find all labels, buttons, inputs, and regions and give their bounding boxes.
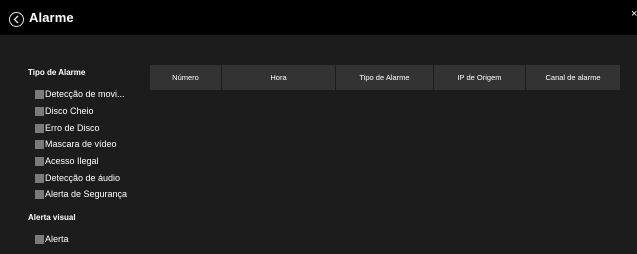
alarm-type-title: Tipo de Alarme bbox=[28, 68, 86, 77]
checkbox[interactable] bbox=[35, 234, 44, 244]
column-header-alarm-type[interactable]: Tipo de Alarme bbox=[336, 65, 434, 90]
filter-security-alert[interactable]: Alerta de Segurança bbox=[35, 188, 127, 200]
filter-disk-error[interactable]: Erro de Disco bbox=[35, 122, 100, 134]
column-header-alarm-channel[interactable]: Canal de alarme bbox=[526, 65, 620, 90]
filter-label: Alerta de Segurança bbox=[45, 189, 128, 199]
column-header-time[interactable]: Hora bbox=[222, 65, 336, 90]
close-button[interactable]: × bbox=[631, 9, 637, 20]
filter-video-mask[interactable]: Mascara de vídeo bbox=[35, 138, 117, 150]
column-header-source-ip[interactable]: IP de Origem bbox=[434, 65, 526, 90]
filter-illegal-access[interactable]: Acesso Ilegal bbox=[35, 155, 99, 167]
chevron-left-icon bbox=[13, 15, 19, 24]
filter-label: Mascara de vídeo bbox=[45, 139, 117, 149]
filter-audio-detection[interactable]: Detecção de áudio bbox=[35, 172, 120, 184]
page-title: Alarme bbox=[29, 10, 74, 25]
back-button[interactable] bbox=[9, 12, 24, 27]
filter-visual-alert[interactable]: Alerta bbox=[35, 233, 69, 245]
checkbox[interactable] bbox=[35, 173, 44, 183]
filter-label: Detecção de áudio bbox=[45, 173, 121, 183]
checkbox[interactable] bbox=[35, 123, 44, 133]
top-bar: Alarme × bbox=[0, 0, 637, 34]
checkbox[interactable] bbox=[35, 106, 44, 116]
filter-label: Detecção de movi... bbox=[45, 89, 125, 99]
filter-label: Acesso Ilegal bbox=[45, 156, 99, 166]
checkbox[interactable] bbox=[35, 139, 44, 149]
checkbox[interactable] bbox=[35, 89, 44, 99]
filter-label: Alerta bbox=[45, 234, 69, 244]
filter-label: Erro de Disco bbox=[45, 123, 100, 133]
filter-label: Disco Cheio bbox=[45, 106, 94, 116]
checkbox[interactable] bbox=[35, 189, 44, 199]
column-header-number[interactable]: Número bbox=[150, 65, 222, 90]
visual-alert-title: Alerta visual bbox=[28, 213, 76, 222]
checkbox[interactable] bbox=[35, 156, 44, 166]
filter-disk-full[interactable]: Disco Cheio bbox=[35, 105, 94, 117]
filter-motion-detection[interactable]: Detecção de movi... bbox=[35, 88, 125, 100]
alarm-table-header: Número Hora Tipo de Alarme IP de Origem … bbox=[150, 65, 620, 90]
